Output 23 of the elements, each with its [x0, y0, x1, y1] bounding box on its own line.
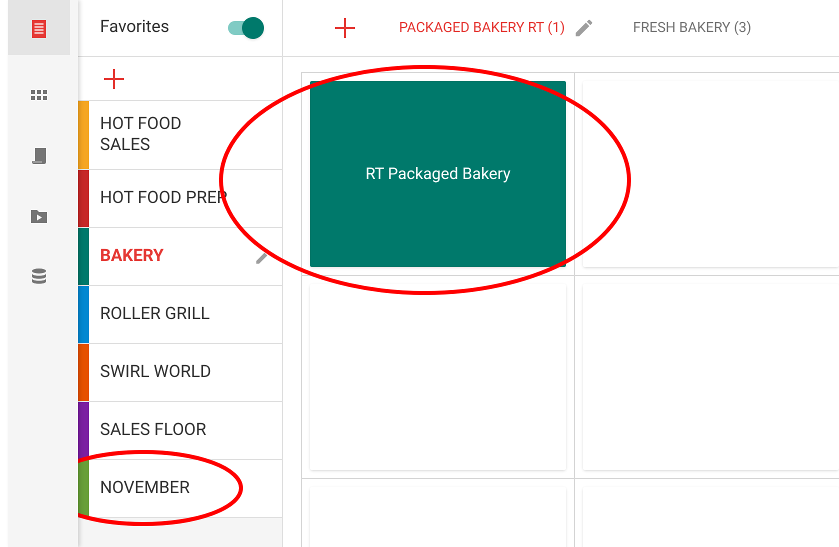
favorites-toggle[interactable] — [226, 17, 264, 39]
plus-icon — [103, 68, 125, 90]
empty-tile[interactable] — [583, 284, 839, 470]
empty-tile[interactable] — [583, 81, 839, 267]
list-icon — [29, 18, 49, 38]
add-tab-button[interactable] — [333, 16, 357, 40]
category-item[interactable]: HOT FOOD SALES — [78, 101, 282, 170]
plus-icon — [334, 17, 356, 39]
empty-tile[interactable] — [310, 284, 566, 470]
category-item[interactable]: BAKERY — [78, 228, 282, 286]
category-item[interactable]: SALES FLOOR — [78, 402, 282, 460]
tab[interactable]: FRESH BAKERY (3) — [633, 18, 752, 38]
item-tile[interactable]: RT Packaged Bakery — [310, 81, 566, 267]
receipt-icon — [29, 146, 49, 166]
rail-item[interactable] — [8, 0, 70, 55]
favorites-label: Favorites — [100, 16, 170, 40]
tab[interactable]: PACKAGED BAKERY RT (1) — [399, 18, 565, 38]
category-item[interactable]: SWIRL WORLD — [78, 344, 282, 402]
category-item[interactable]: NOVEMBER — [78, 460, 282, 518]
pencil-icon[interactable] — [573, 17, 595, 39]
category-item[interactable]: ROLLER GRILL — [78, 286, 282, 344]
database-icon — [29, 266, 49, 286]
add-category-button[interactable] — [102, 66, 126, 90]
